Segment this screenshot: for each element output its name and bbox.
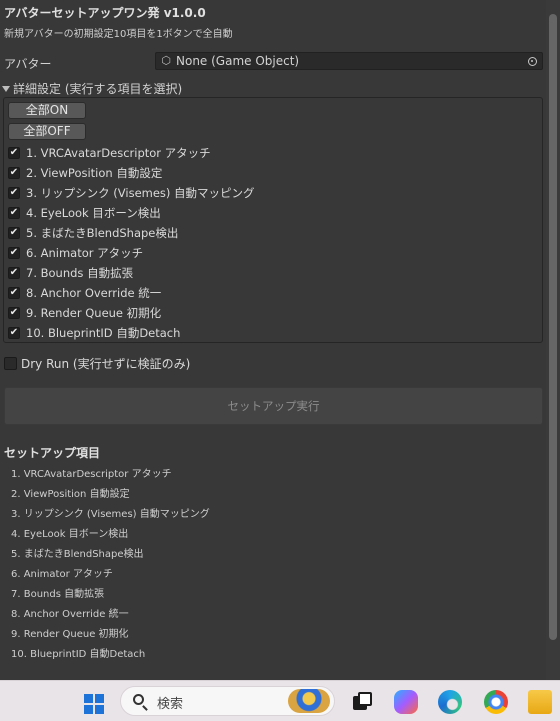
setting-row[interactable]: ✔ 1. VRCAvatarDescriptor アタッチ — [8, 144, 211, 162]
summary-item: 5. まばたきBlendShape検出 — [11, 549, 144, 560]
setting-checkbox[interactable]: ✔ — [8, 207, 20, 219]
summary-item: 7. Bounds 自動拡張 — [11, 589, 105, 600]
setting-label: 2. ViewPosition 自動設定 — [26, 166, 163, 180]
avatar-object-field[interactable]: ⬡ None (Game Object) — [155, 52, 543, 70]
setting-row[interactable]: ✔ 7. Bounds 自動拡張 — [8, 264, 133, 282]
scrollbar-thumb[interactable] — [549, 14, 557, 640]
setting-label: 5. まばたきBlendShape検出 — [26, 226, 179, 240]
summary-item: 2. ViewPosition 自動設定 — [11, 489, 130, 500]
taskbar-search-placeholder: 検索 — [157, 697, 184, 712]
search-highlight-image — [288, 689, 330, 713]
avatar-field-label: アバター — [4, 57, 52, 71]
dry-run-label: Dry Run (実行せずに検証のみ) — [21, 357, 191, 371]
summary-item: 8. Anchor Override 統一 — [11, 609, 129, 620]
summary-item: 10. BlueprintID 自動Detach — [11, 649, 146, 660]
setting-label: 3. リップシンク (Visemes) 自動マッピング — [26, 186, 255, 200]
edge-icon[interactable] — [438, 690, 462, 714]
setting-checkbox[interactable]: ✔ — [8, 227, 20, 239]
setting-label: 7. Bounds 自動拡張 — [26, 266, 134, 280]
setting-label: 1. VRCAvatarDescriptor アタッチ — [26, 146, 211, 160]
setting-checkbox[interactable]: ✔ — [8, 287, 20, 299]
task-view-icon[interactable] — [350, 690, 374, 714]
foldout-arrow-icon — [2, 85, 10, 92]
details-foldout[interactable]: 詳細設定 (実行する項目を選択) — [2, 80, 182, 97]
setting-checkbox[interactable]: ✔ — [8, 307, 20, 319]
setting-checkbox[interactable]: ✔ — [8, 267, 20, 279]
taskbar-search[interactable]: 検索 — [120, 686, 335, 716]
setting-row[interactable]: ✔ 9. Render Queue 初期化 — [8, 304, 161, 322]
summary-title: セットアップ項目 — [4, 446, 101, 460]
setting-row[interactable]: ✔ 10. BlueprintID 自動Detach — [8, 324, 180, 342]
all-on-button[interactable]: 全部ON — [8, 102, 86, 119]
chrome-icon[interactable] — [484, 690, 508, 714]
setting-checkbox[interactable]: ✔ — [8, 167, 20, 179]
search-icon — [133, 694, 147, 708]
details-settings-box: 全部ON 全部OFF ✔ 1. VRCAvatarDescriptor アタッチ ✔… — [3, 97, 543, 343]
summary-item: 4. EyeLook 目ボーン検出 — [11, 529, 129, 540]
file-explorer-icon[interactable] — [528, 690, 552, 714]
setting-row[interactable]: ✔ 2. ViewPosition 自動設定 — [8, 164, 162, 182]
copilot-icon[interactable] — [394, 690, 418, 714]
summary-item: 9. Render Queue 初期化 — [11, 629, 129, 640]
window-subtitle: 新規アバターの初期設定10項目を1ボタンで全自動 — [4, 29, 233, 40]
setting-label: 4. EyeLook 目ボーン検出 — [26, 206, 161, 220]
summary-item: 6. Animator アタッチ — [11, 569, 113, 580]
setting-label: 6. Animator アタッチ — [26, 246, 144, 260]
setting-checkbox[interactable]: ✔ — [8, 327, 20, 339]
setting-row[interactable]: ✔ 4. EyeLook 目ボーン検出 — [8, 204, 161, 222]
dry-run-checkbox[interactable] — [4, 357, 17, 370]
window-title: アバターセットアップワン発 v1.0.0 — [4, 6, 206, 20]
scrollbar[interactable] — [546, 0, 560, 680]
setting-checkbox[interactable]: ✔ — [8, 187, 20, 199]
run-setup-button[interactable]: セットアップ実行 — [4, 387, 543, 425]
setting-label: 8. Anchor Override 統一 — [26, 286, 162, 300]
setting-checkbox[interactable]: ✔ — [8, 147, 20, 159]
details-foldout-label: 詳細設定 (実行する項目を選択) — [13, 82, 183, 96]
avatar-object-value: None (Game Object) — [176, 54, 300, 68]
dry-run-toggle[interactable]: Dry Run (実行せずに検証のみ) — [4, 355, 190, 372]
summary-item: 1. VRCAvatarDescriptor アタッチ — [11, 469, 172, 480]
setting-checkbox[interactable]: ✔ — [8, 247, 20, 259]
setting-row[interactable]: ✔ 5. まばたきBlendShape検出 — [8, 224, 178, 242]
setting-label: 10. BlueprintID 自動Detach — [26, 326, 181, 340]
windows-start-icon[interactable] — [84, 694, 104, 714]
summary-item: 3. リップシンク (Visemes) 自動マッピング — [11, 509, 210, 520]
setting-label: 9. Render Queue 初期化 — [26, 306, 162, 320]
setting-row[interactable]: ✔ 8. Anchor Override 統一 — [8, 284, 161, 302]
object-picker-icon[interactable] — [524, 53, 540, 69]
all-off-button[interactable]: 全部OFF — [8, 123, 86, 140]
cube-icon: ⬡ — [161, 54, 171, 67]
setting-row[interactable]: ✔ 6. Animator アタッチ — [8, 244, 143, 262]
setting-row[interactable]: ✔ 3. リップシンク (Visemes) 自動マッピング — [8, 184, 255, 202]
